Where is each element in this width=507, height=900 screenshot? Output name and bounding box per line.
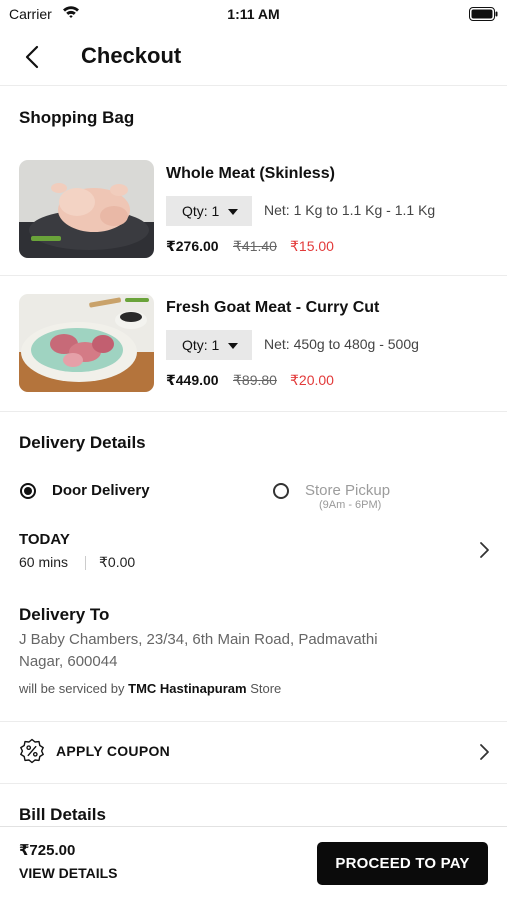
order-total: ₹725.00 xyxy=(19,842,76,859)
nav-bar: Checkout xyxy=(0,30,507,86)
door-delivery-label: Door Delivery xyxy=(52,482,150,499)
product-mrp: ₹41.40 xyxy=(233,238,277,254)
caret-down-icon xyxy=(228,343,238,349)
store-name: TMC Hastinapuram xyxy=(128,681,247,696)
service-prefix: will be serviced by xyxy=(19,681,125,696)
slot-fee: ₹0.00 xyxy=(99,554,136,570)
battery-icon xyxy=(469,7,498,26)
slot-time: 60 mins xyxy=(19,554,69,570)
divider xyxy=(0,783,507,784)
slot-separator xyxy=(85,556,86,570)
address-line-1: J Baby Chambers, 23/34, 6th Main Road, P… xyxy=(19,631,378,648)
quantity-selector[interactable]: Qty: 1 xyxy=(166,196,252,226)
product-discount: ₹15.00 xyxy=(290,238,334,254)
product-image xyxy=(19,160,154,258)
proceed-to-pay-button[interactable]: PROCEED TO PAY xyxy=(317,842,488,885)
address-line-2: Nagar, 600044 xyxy=(19,653,118,670)
delivery-details-title: Delivery Details xyxy=(19,433,146,452)
radio-selected-icon xyxy=(20,483,36,499)
status-time: 1:11 AM xyxy=(227,6,280,22)
coupon-badge-icon xyxy=(19,738,45,764)
net-weight: Net: 1 Kg to 1.1 Kg - 1.1 Kg xyxy=(264,202,436,218)
back-arrow-icon xyxy=(25,45,39,69)
store-pickup-label: Store Pickup xyxy=(305,482,391,499)
net-weight: Net: 450g to 480g - 500g xyxy=(264,336,419,352)
product-mrp: ₹89.80 xyxy=(233,372,277,388)
product-name: Fresh Goat Meat - Curry Cut xyxy=(166,299,380,316)
apply-coupon-label: APPLY COUPON xyxy=(56,743,171,759)
status-bar: Carrier 1:11 AM xyxy=(0,0,507,30)
service-suffix: Store xyxy=(250,681,282,696)
product-price: ₹449.00 xyxy=(166,372,219,388)
back-button[interactable] xyxy=(18,42,46,72)
store-pickup-hours: (9Am - 6PM) xyxy=(319,499,382,511)
cart-item: Whole Meat (Skinless) Qty: 1 Net: 1 Kg t… xyxy=(0,160,507,276)
slot-day: TODAY xyxy=(19,531,70,548)
product-price: ₹276.00 xyxy=(166,238,219,254)
chevron-right-icon xyxy=(478,743,492,761)
product-discount: ₹20.00 xyxy=(290,372,334,388)
chevron-right-icon xyxy=(478,541,492,559)
quantity-selector[interactable]: Qty: 1 xyxy=(166,330,252,360)
radio-unselected-icon xyxy=(273,483,289,499)
caret-down-icon xyxy=(228,209,238,215)
service-store-note: will be serviced by TMC Hastinapuram Sto… xyxy=(19,681,281,696)
checkout-bar: ₹725.00 VIEW DETAILS PROCEED TO PAY xyxy=(0,826,507,900)
page-title: Checkout xyxy=(81,43,182,68)
bill-details-title: Bill Details xyxy=(19,805,106,824)
view-details-link[interactable]: VIEW DETAILS xyxy=(19,865,118,881)
cart-item: Fresh Goat Meat - Curry Cut Qty: 1 Net: … xyxy=(0,294,507,412)
divider xyxy=(0,721,507,722)
quantity-label: Qty: 1 xyxy=(182,337,220,353)
product-image xyxy=(19,294,154,392)
product-name: Whole Meat (Skinless) xyxy=(166,165,335,182)
quantity-label: Qty: 1 xyxy=(182,203,220,219)
delivery-to-title: Delivery To xyxy=(19,605,110,624)
shopping-bag-title: Shopping Bag xyxy=(19,108,135,127)
